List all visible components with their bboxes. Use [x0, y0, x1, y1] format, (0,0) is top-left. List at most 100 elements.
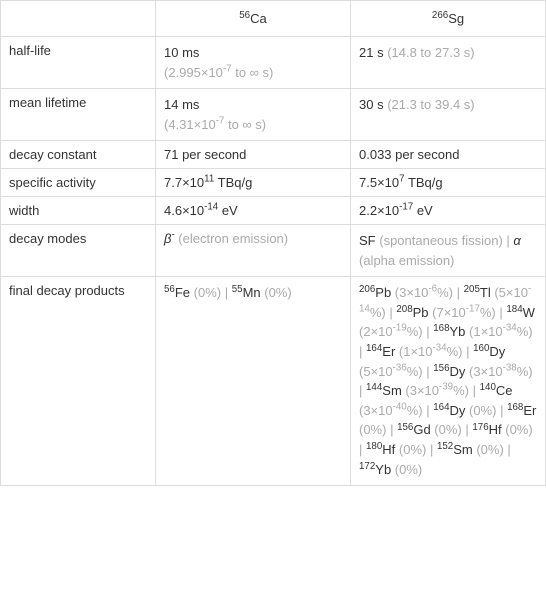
- separator: |: [463, 344, 474, 359]
- cell-value: 21 s (14.8 to 27.3 s): [351, 37, 546, 89]
- row-decay-constant: decay constant 71 per second 0.033 per s…: [1, 141, 546, 169]
- mass-number: 140: [480, 382, 496, 393]
- header-sg266: 266Sg: [351, 1, 546, 37]
- row-final-decay-products: final decay products 56Fe (0%) | 55Mn (0…: [1, 277, 546, 486]
- mass-number: 205: [464, 284, 480, 295]
- row-label: decay constant: [1, 141, 156, 169]
- row-label: final decay products: [1, 277, 156, 486]
- element-symbol: Tl: [480, 285, 491, 300]
- cell-value: 56Fe (0%) | 55Mn (0%): [156, 277, 351, 486]
- percentage: (0%): [502, 422, 533, 437]
- element-symbol: Ce: [496, 383, 513, 398]
- row-label: mean lifetime: [1, 89, 156, 141]
- element-symbol: Yb: [375, 462, 391, 477]
- header-ca56: 56Ca: [156, 1, 351, 37]
- row-label: half-life: [1, 37, 156, 89]
- percentage: (3×10-40%): [359, 403, 423, 418]
- separator: |: [426, 442, 437, 457]
- cell-value: 30 s (21.3 to 39.4 s): [351, 89, 546, 141]
- element-symbol: Er: [523, 403, 536, 418]
- mass-number: 266: [432, 10, 448, 21]
- separator: |: [469, 383, 480, 398]
- separator: |: [496, 305, 507, 320]
- cell-value: 71 per second: [156, 141, 351, 169]
- element-symbol: Er: [382, 344, 395, 359]
- mass-number: 168: [507, 402, 523, 413]
- element-symbol: Ca: [250, 11, 267, 26]
- element-symbol: Hf: [489, 422, 502, 437]
- element-symbol: Sm: [382, 383, 402, 398]
- percentage: (0%): [391, 462, 422, 477]
- percentage: (0%): [465, 403, 496, 418]
- row-label: width: [1, 197, 156, 225]
- alpha-symbol: α: [513, 233, 520, 248]
- percentage: (3×10-6%): [391, 285, 453, 300]
- row-label: specific activity: [1, 169, 156, 197]
- separator: |: [423, 364, 434, 379]
- percentage: (2×10-19%): [359, 324, 423, 339]
- range-value: (4.31×10-7 to ∞ s): [164, 117, 266, 132]
- sf-symbol: SF: [359, 233, 376, 248]
- header-blank: [1, 1, 156, 37]
- mass-number: 206: [359, 284, 375, 295]
- cell-value: 4.6×10-14 eV: [156, 197, 351, 225]
- element-symbol: Gd: [413, 422, 430, 437]
- mass-number: 168: [433, 323, 449, 334]
- separator: |: [453, 285, 464, 300]
- mode-description: (electron emission): [175, 231, 288, 246]
- element-symbol: Sm: [453, 442, 473, 457]
- mass-number: 164: [433, 402, 449, 413]
- separator: |: [423, 324, 434, 339]
- element-symbol: Hf: [382, 442, 395, 457]
- mass-number: 164: [366, 343, 382, 354]
- separator: |: [359, 344, 366, 359]
- cell-value: 14 ms (4.31×10-7 to ∞ s): [156, 89, 351, 141]
- comparison-table: 56Ca 266Sg half-life 10 ms (2.995×10-7 t…: [0, 0, 546, 486]
- primary-value: 10 ms: [164, 45, 199, 60]
- element-symbol: Dy: [450, 403, 466, 418]
- element-symbol: Pb: [413, 305, 429, 320]
- mass-number: 184: [506, 304, 522, 315]
- row-label: decay modes: [1, 225, 156, 277]
- mode-description: (alpha emission): [359, 253, 454, 268]
- separator: |: [359, 442, 366, 457]
- range-value: (21.3 to 39.4 s): [384, 97, 475, 112]
- percentage: (0%): [359, 422, 386, 437]
- header-row: 56Ca 266Sg: [1, 1, 546, 37]
- row-half-life: half-life 10 ms (2.995×10-7 to ∞ s) 21 s…: [1, 37, 546, 89]
- cell-value: 0.033 per second: [351, 141, 546, 169]
- element-symbol: W: [523, 305, 535, 320]
- cell-value: 10 ms (2.995×10-7 to ∞ s): [156, 37, 351, 89]
- mode-description: (spontaneous fission): [376, 233, 503, 248]
- cell-value: 7.7×1011 TBq/g: [156, 169, 351, 197]
- percentage: (3×10-39%): [402, 383, 469, 398]
- element-symbol: Dy: [489, 344, 505, 359]
- percentage: (7×10-17%): [429, 305, 496, 320]
- mass-number: 56: [239, 10, 250, 21]
- percentage: (0%): [395, 442, 426, 457]
- mass-number: 172: [359, 461, 375, 472]
- mass-number: 156: [397, 422, 413, 433]
- primary-value: 21 s: [359, 45, 384, 60]
- row-mean-lifetime: mean lifetime 14 ms (4.31×10-7 to ∞ s) 3…: [1, 89, 546, 141]
- separator: |: [386, 305, 397, 320]
- mass-number: 156: [433, 363, 449, 374]
- cell-value: 206Pb (3×10-6%) | 205Tl (5×10-14%) | 208…: [351, 277, 546, 486]
- percentage: (0%): [473, 442, 504, 457]
- mass-number: 208: [396, 304, 412, 315]
- separator: |: [359, 383, 366, 398]
- element-symbol: Dy: [450, 364, 466, 379]
- percentage: (5×10-36%): [359, 364, 423, 379]
- element-symbol: Sg: [448, 11, 464, 26]
- separator: |: [462, 422, 473, 437]
- percentage: (1×10-34%): [395, 344, 462, 359]
- primary-value: 30 s: [359, 97, 384, 112]
- percentage: (3×10-38%): [465, 364, 532, 379]
- range-value: (2.995×10-7 to ∞ s): [164, 65, 273, 80]
- range-value: (14.8 to 27.3 s): [384, 45, 475, 60]
- separator: |: [386, 422, 397, 437]
- percentage: (0%): [431, 422, 462, 437]
- row-width: width 4.6×10-14 eV 2.2×10-17 eV: [1, 197, 546, 225]
- row-specific-activity: specific activity 7.7×1011 TBq/g 7.5×107…: [1, 169, 546, 197]
- element-symbol: Yb: [450, 324, 466, 339]
